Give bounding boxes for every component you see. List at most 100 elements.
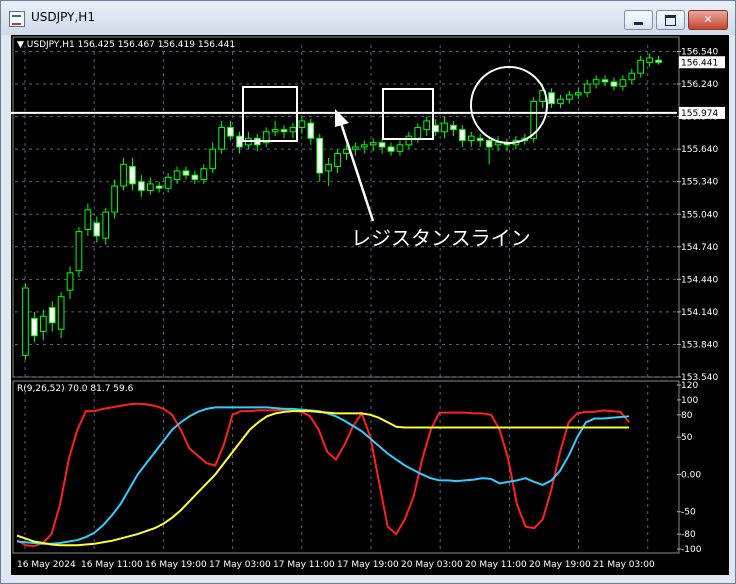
bear-candle xyxy=(476,137,484,141)
price-tick-label: 156.540 xyxy=(681,48,718,58)
bull-candle xyxy=(352,146,359,150)
price-tick-label: 154.140 xyxy=(681,308,718,318)
price-tick-label: 156.240 xyxy=(681,80,718,90)
bear-candle xyxy=(191,174,199,181)
bull-candle xyxy=(102,211,110,239)
bear-candle xyxy=(236,135,243,148)
price-tick-label: 153.840 xyxy=(681,340,718,350)
bull-candle xyxy=(218,126,225,150)
bull-candle xyxy=(200,168,208,181)
bear-candle xyxy=(450,124,457,131)
chart-canvas[interactable]: 156.540156.240155.940155.640155.340155.0… xyxy=(11,35,729,575)
bull-candle xyxy=(334,152,341,168)
touch-box-2 xyxy=(382,88,434,140)
bull-candle xyxy=(423,120,431,131)
bull-candle xyxy=(583,83,591,94)
window-title: USDJPY,H1 xyxy=(31,10,95,24)
close-button[interactable]: ✕ xyxy=(688,10,728,30)
time-tick-label: 17 May 19:00 xyxy=(337,560,399,570)
maximize-button[interactable] xyxy=(656,10,685,30)
bear-candle xyxy=(316,137,324,174)
bull-candle xyxy=(146,183,154,191)
indicator-tick-label: 120 xyxy=(681,381,698,391)
bear-candle xyxy=(548,92,555,105)
bear-candle xyxy=(129,166,136,185)
bull-candle xyxy=(209,148,217,170)
bull-candle xyxy=(325,163,332,172)
indicator-tick-label: 80 xyxy=(681,411,693,421)
bull-candle xyxy=(646,57,653,63)
bull-candle xyxy=(111,185,118,213)
bear-candle xyxy=(182,170,190,176)
time-tick-label: 20 May 19:00 xyxy=(529,560,591,570)
time-tick-label: 21 May 03:00 xyxy=(593,560,655,570)
bull-candle xyxy=(164,176,172,189)
annotation-arrow-shaft xyxy=(337,116,375,222)
bull-candle xyxy=(574,92,582,96)
title-bar[interactable]: USDJPY,H1 ✕ xyxy=(1,1,735,35)
bull-candle xyxy=(637,59,645,74)
bull-candle xyxy=(84,209,92,230)
bull-candle xyxy=(494,142,502,146)
bear-candle xyxy=(93,222,101,237)
bear-candle xyxy=(655,59,662,63)
indicator-tick-label: 50 xyxy=(681,433,693,443)
price-tick-label: 155.340 xyxy=(681,178,718,188)
current-price-label: 156.441 xyxy=(681,58,718,68)
bear-candle xyxy=(307,122,315,139)
price-tick-label: 154.740 xyxy=(681,243,718,253)
symbol-header: ▼ USDJPY,H1 156.425 156.467 156.419 156.… xyxy=(17,40,235,50)
bull-candle xyxy=(467,135,475,141)
bull-candle xyxy=(75,231,83,272)
price-tick-label: 155.040 xyxy=(681,210,718,220)
bear-candle xyxy=(378,142,386,148)
annotation-text: レジスタンスライン xyxy=(351,226,531,250)
bull-candle xyxy=(369,142,377,146)
bull-candle xyxy=(396,144,404,152)
bull-candle xyxy=(120,163,127,187)
bull-candle xyxy=(66,272,74,291)
indicator-series-line xyxy=(16,402,630,548)
bull-candle xyxy=(405,135,413,146)
bear-candle xyxy=(155,185,163,189)
time-tick-label: 20 May 03:00 xyxy=(401,560,463,570)
bull-candle xyxy=(628,72,636,81)
time-tick-label: 17 May 03:00 xyxy=(209,560,271,570)
bull-candle xyxy=(289,126,297,133)
bull-candle xyxy=(173,170,181,181)
chart-area[interactable]: 156.540156.240155.940155.640155.340155.0… xyxy=(11,35,729,575)
price-tick-label: 154.440 xyxy=(681,275,718,285)
bull-candle xyxy=(360,144,368,148)
bear-candle xyxy=(387,146,395,152)
bull-candle xyxy=(566,94,573,100)
bear-candle xyxy=(138,181,145,191)
indicator-tick-label: -50 xyxy=(681,508,696,518)
bear-candle xyxy=(31,317,38,337)
indicator-label: R(9,26,52) 70.0 81.7 59.6 xyxy=(17,384,134,394)
bear-candle xyxy=(48,307,56,324)
bear-candle xyxy=(459,129,466,141)
bull-candle xyxy=(592,79,600,85)
time-tick-label: 16 May 2024 xyxy=(17,560,76,570)
bull-candle xyxy=(39,315,47,332)
bear-candle xyxy=(610,81,618,87)
indicator-tick-label: -80 xyxy=(681,530,696,540)
bull-candle xyxy=(271,129,279,133)
bull-candle xyxy=(298,120,306,128)
bull-candle xyxy=(22,287,29,356)
bear-candle xyxy=(227,126,234,137)
time-tick-label: 17 May 11:00 xyxy=(273,560,335,570)
price-tick-label: 155.640 xyxy=(681,145,718,155)
bull-candle xyxy=(57,296,65,330)
bull-candle xyxy=(441,122,448,133)
time-tick-label: 16 May 11:00 xyxy=(81,560,143,570)
touch-box-1 xyxy=(242,86,298,142)
bear-candle xyxy=(280,129,288,133)
indicator-tick-label: 100 xyxy=(681,396,698,406)
indicator-tick-label: 0.00 xyxy=(681,470,701,480)
minimize-button[interactable] xyxy=(624,10,653,30)
terminal-window: USDJPY,H1 ✕ 156.540156.240155.940155.640… xyxy=(0,0,736,584)
bull-candle xyxy=(414,126,422,139)
annotation-arrow-head xyxy=(335,109,349,127)
bull-candle xyxy=(619,79,627,87)
